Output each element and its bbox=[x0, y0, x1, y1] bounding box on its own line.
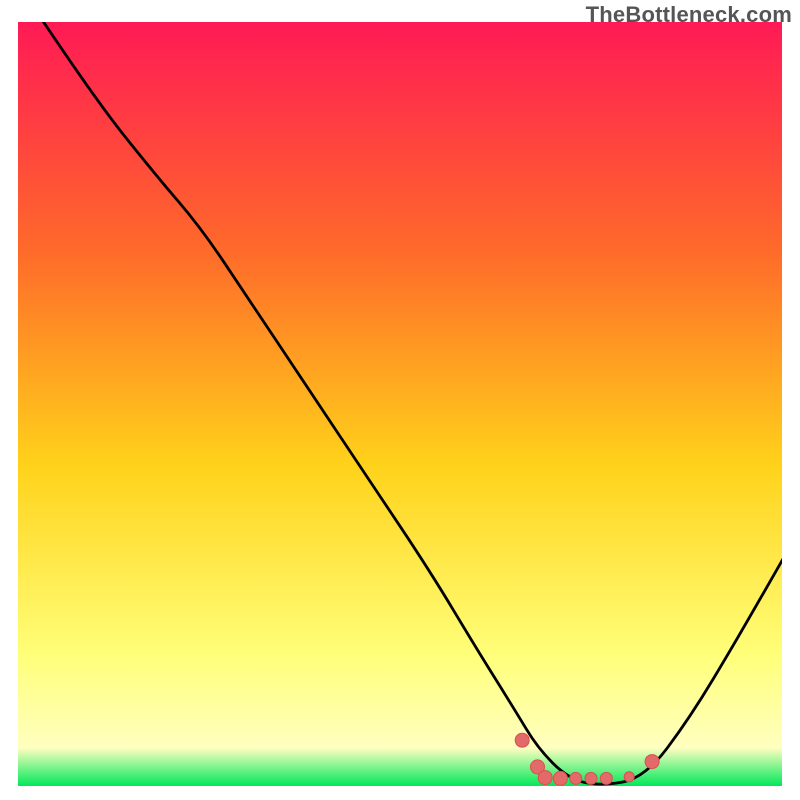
bottleneck-curve bbox=[33, 22, 782, 784]
plot-area bbox=[18, 22, 782, 786]
marker-dot bbox=[553, 771, 567, 785]
marker-dot bbox=[570, 772, 582, 784]
watermark-text: TheBottleneck.com bbox=[586, 2, 792, 28]
marker-dot bbox=[515, 733, 529, 747]
marker-dot bbox=[538, 771, 552, 785]
marker-dot bbox=[585, 772, 597, 784]
marker-dot bbox=[600, 772, 612, 784]
marker-dot bbox=[645, 755, 659, 769]
curve-layer bbox=[18, 22, 782, 786]
marker-dot bbox=[624, 772, 634, 782]
chart-container: TheBottleneck.com bbox=[0, 0, 800, 800]
curve-path bbox=[33, 22, 782, 784]
